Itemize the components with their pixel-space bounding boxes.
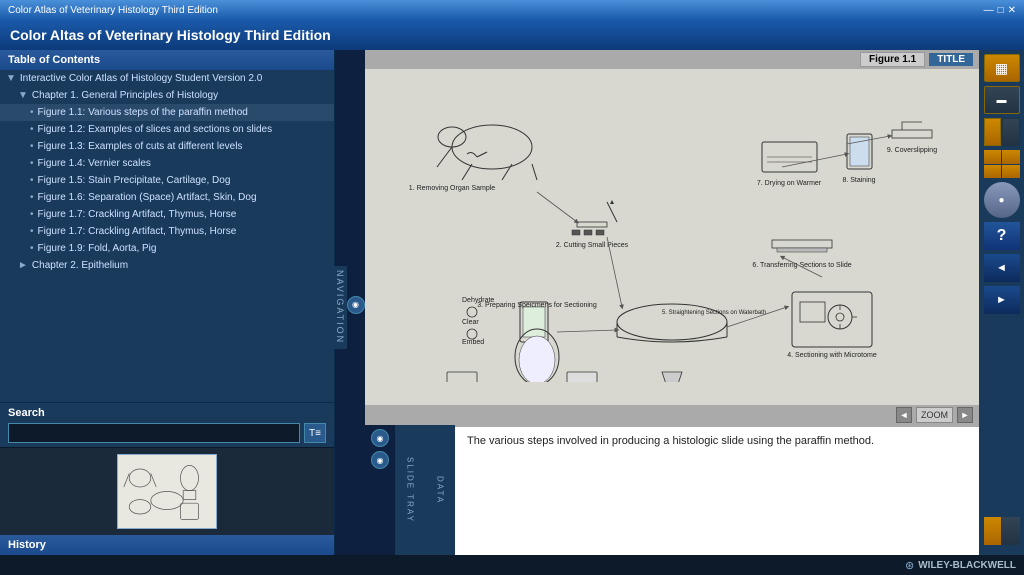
toc-item[interactable]: ▼ Chapter 1. General Principles of Histo… xyxy=(0,87,334,104)
search-section: Search T≡ xyxy=(0,402,334,447)
zoom-bar: ◄ ZOOM ► xyxy=(365,405,979,425)
wiley-logo-icon: ⊛ xyxy=(905,559,914,572)
app-header: Color Altas of Veterinary Histology Thir… xyxy=(0,20,1024,50)
nav-button-1[interactable]: ◉ xyxy=(347,296,365,314)
right-btn-1[interactable]: ▦ xyxy=(984,54,1020,82)
svg-text:Clear: Clear xyxy=(462,319,479,326)
toc-item[interactable]: • Figure 1.3: Examples of cuts at differ… xyxy=(0,138,334,155)
right-btn-circle[interactable]: ● xyxy=(984,182,1020,218)
right-btn-2[interactable]: ▬ xyxy=(984,86,1020,114)
history-bar[interactable]: History xyxy=(0,535,334,555)
caption-area: The various steps involved in producing … xyxy=(455,425,979,555)
right-btn-split[interactable] xyxy=(984,118,1020,146)
toc-item[interactable]: • Figure 1.5: Stain Precipitate, Cartila… xyxy=(0,172,334,189)
quad-4[interactable] xyxy=(1002,165,1020,179)
zoom-label: ZOOM xyxy=(916,407,953,423)
svg-text:4. Sectioning with Microtome: 4. Sectioning with Microtome xyxy=(787,352,877,359)
svg-text:5. Straightening Sections on W: 5. Straightening Sections on Waterbath xyxy=(662,310,766,316)
search-input[interactable] xyxy=(8,423,300,443)
circle-icon: ● xyxy=(998,195,1004,206)
search-icon: T≡ xyxy=(309,428,321,439)
close-button[interactable]: ✕ xyxy=(1008,5,1016,16)
right-footer xyxy=(984,547,1020,551)
toc-item[interactable]: • Figure 1.2: Examples of slices and sec… xyxy=(0,121,334,138)
title-badge: TITLE xyxy=(929,53,973,66)
wiley-footer: ⊛ WILEY-BLACKWELL xyxy=(0,555,1024,575)
toc-item[interactable]: ► Chapter 2. Epithelium xyxy=(0,257,334,274)
slide-nav-button-2[interactable]: ◉ xyxy=(371,451,389,469)
thumbnail-image[interactable] xyxy=(117,454,217,529)
caption-text: The various steps involved in producing … xyxy=(467,435,874,447)
toc-list[interactable]: ▼ Interactive Color Atlas of Histology S… xyxy=(0,70,334,402)
right-panel: ▦ ▬ ● ? ◄ ► xyxy=(979,50,1024,555)
zoom-in-button[interactable]: ► xyxy=(957,407,973,423)
slide-nav: ◉ ◉ xyxy=(365,425,395,555)
right-icon-2: ▬ xyxy=(997,95,1007,106)
slide-tray-label[interactable]: SLIDE TRAY xyxy=(395,425,425,555)
right-btn-prev[interactable]: ◄ xyxy=(984,254,1020,282)
toc-item[interactable]: • Figure 1.7: Crackling Artifact, Thymus… xyxy=(0,206,334,223)
svg-text:2. Cutting Small Pieces: 2. Cutting Small Pieces xyxy=(556,242,629,249)
svg-text:6. Transferring Sections to Sl: 6. Transferring Sections to Slide xyxy=(752,262,851,269)
toc-scroll-container: ▼ Interactive Color Atlas of Histology S… xyxy=(0,70,334,402)
svg-text:Embed: Embed xyxy=(462,339,484,346)
bottom-split-right[interactable] xyxy=(1002,517,1020,545)
search-input-row: T≡ xyxy=(8,423,326,443)
svg-text:3. Preparing Speicmens for Sec: 3. Preparing Speicmens for Sectioning xyxy=(477,302,597,309)
svg-text:1. Removing Organ Sample: 1. Removing Organ Sample xyxy=(409,185,495,192)
quad-2[interactable] xyxy=(1002,150,1020,164)
quad-1[interactable] xyxy=(984,150,1002,164)
next-icon: ► xyxy=(996,294,1007,306)
right-btn-question[interactable]: ? xyxy=(984,222,1020,250)
toc-header: Table of Contents xyxy=(0,50,334,70)
prev-icon: ◄ xyxy=(996,262,1007,274)
bottom-split-left[interactable] xyxy=(984,517,1002,545)
toc-item[interactable]: ▼ Interactive Color Atlas of Histology S… xyxy=(0,70,334,87)
figure-label: Figure 1.1 xyxy=(860,52,925,67)
toc-item[interactable]: • Figure 1.7: Crackling Artifact, Thymus… xyxy=(0,223,334,240)
svg-text:7. Drying on Warmer: 7. Drying on Warmer xyxy=(757,180,822,187)
search-label: Search xyxy=(8,407,326,419)
right-split-right[interactable] xyxy=(1002,118,1020,146)
app-title: Color Altas of Veterinary Histology Thir… xyxy=(10,27,331,43)
svg-text:8. Staining: 8. Staining xyxy=(842,177,875,184)
wiley-brand: WILEY-BLACKWELL xyxy=(918,560,1016,571)
toc-item[interactable]: • Figure 1.1: Various steps of the paraf… xyxy=(0,104,334,121)
titlebar: Color Atlas of Veterinary Histology Thir… xyxy=(0,0,1024,20)
center-content: Figure 1.1 TITLE 1. Removing Organ Sampl… xyxy=(365,50,979,555)
question-icon: ? xyxy=(997,227,1007,245)
minimize-button[interactable]: — xyxy=(984,5,994,16)
toc-item[interactable]: • Figure 1.4: Vernier scales xyxy=(0,155,334,172)
quad-3[interactable] xyxy=(984,165,1002,179)
slide-data-row: ◉ ◉ SLIDE TRAY DATA The various steps in… xyxy=(365,425,979,555)
figure-header: Figure 1.1 TITLE xyxy=(365,50,979,69)
toc-item[interactable]: • Figure 1.6: Separation (Space) Artifac… xyxy=(0,189,334,206)
titlebar-title: Color Atlas of Veterinary Histology Thir… xyxy=(8,5,218,16)
left-panel: Table of Contents ▼ Interactive Color At… xyxy=(0,50,335,555)
toc-item[interactable]: • Figure 1.9: Fold, Aorta, Pig xyxy=(0,240,334,257)
thumbnail-area xyxy=(0,447,334,535)
nav-strip: ◉ NAVIGATION xyxy=(335,50,365,555)
nav-label[interactable]: NAVIGATION xyxy=(333,266,347,348)
zoom-out-button[interactable]: ◄ xyxy=(896,407,912,423)
right-btn-bottom-split[interactable] xyxy=(984,517,1020,545)
slide-nav-button-1[interactable]: ◉ xyxy=(371,429,389,447)
figure-display[interactable]: 1. Removing Organ Sample 2. Cutting Smal… xyxy=(365,69,979,405)
right-icon-1: ▦ xyxy=(995,60,1008,77)
data-label[interactable]: DATA xyxy=(425,425,455,555)
svg-text:9. Coverslipping: 9. Coverslipping xyxy=(887,147,937,154)
right-split-left[interactable] xyxy=(984,118,1002,146)
right-btn-next[interactable]: ► xyxy=(984,286,1020,314)
window-controls[interactable]: — □ ✕ xyxy=(984,5,1016,16)
right-btn-quad[interactable] xyxy=(984,150,1020,178)
search-button[interactable]: T≡ xyxy=(304,423,326,443)
maximize-button[interactable]: □ xyxy=(998,5,1004,16)
main-layout: Table of Contents ▼ Interactive Color At… xyxy=(0,50,1024,555)
